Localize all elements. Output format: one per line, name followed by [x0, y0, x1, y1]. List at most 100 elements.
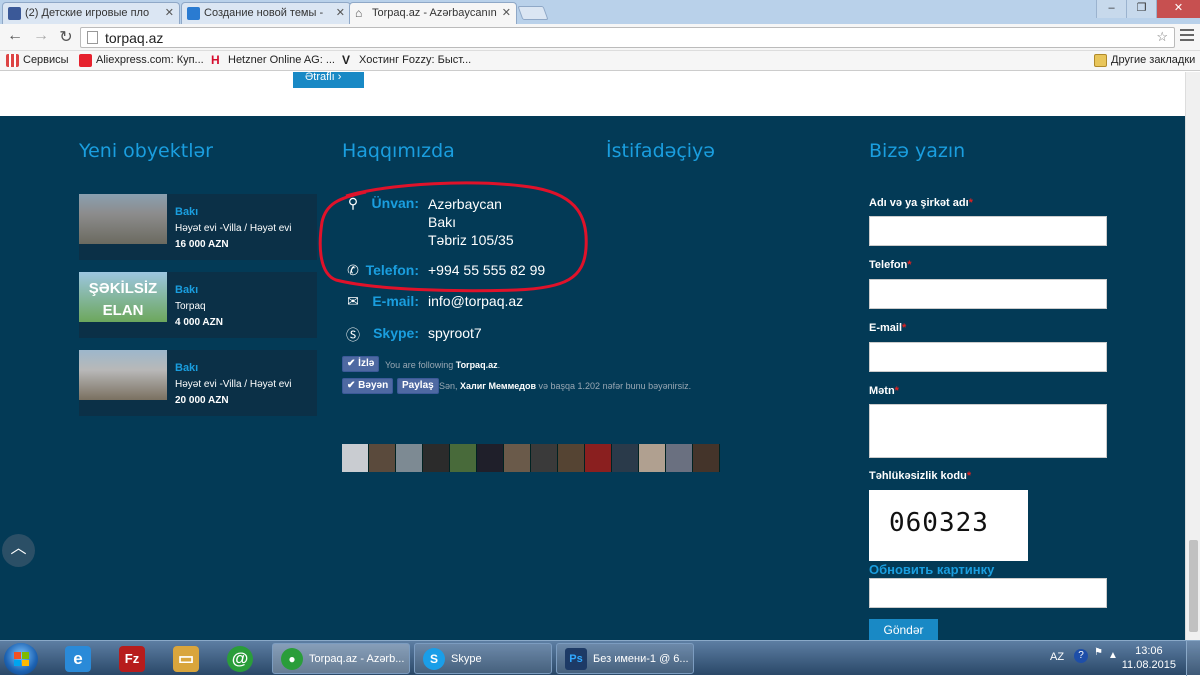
bookmark-other[interactable]: Другие закладки	[1094, 54, 1196, 67]
maximize-button[interactable]: ❐	[1126, 0, 1156, 18]
window-controls: – ❐ ✕	[1096, 0, 1200, 18]
listing-city[interactable]: Bakı	[175, 206, 198, 218]
taskbar-pinned-filezilla[interactable]: Fz	[106, 643, 158, 674]
bookmark-label: Другие закладки	[1111, 54, 1196, 66]
close-window-button[interactable]: ✕	[1156, 0, 1200, 18]
listing-card[interactable]: ŞƏKİLSİZ ELAN Bakı Torpaq 4 000 AZN	[79, 272, 317, 338]
reload-button[interactable]: ↻	[56, 27, 76, 47]
tray-expand-icon[interactable]: ▲	[1108, 650, 1118, 661]
chrome-menu-icon[interactable]	[1180, 29, 1194, 44]
fb-friend-avatar[interactable]	[639, 444, 666, 472]
send-button[interactable]: Göndər	[869, 619, 938, 640]
fb-like-prefix: Sən,	[439, 381, 458, 391]
back-button[interactable]: ←	[5, 27, 25, 45]
fb-friend-avatar[interactable]	[477, 444, 504, 472]
listing-thumbnail[interactable]	[79, 194, 167, 244]
page-icon	[87, 31, 98, 44]
fb-friend-avatar[interactable]	[531, 444, 558, 472]
fb-friend-avatar[interactable]	[504, 444, 531, 472]
fb-like-button[interactable]: ✔ Bəyən	[342, 378, 394, 394]
bookmark-fozzy[interactable]: V Хостинг Fozzy: Быст...	[342, 54, 471, 66]
fb-friend-avatar[interactable]	[342, 444, 369, 472]
language-bar-icon[interactable]: ⚑	[1094, 647, 1103, 658]
user-title: İstifadəçiyə	[606, 140, 715, 162]
help-icon[interactable]: ?	[1074, 649, 1088, 663]
show-desktop-button[interactable]	[1186, 641, 1200, 676]
more-button-label: Ətraflı	[305, 72, 335, 83]
tab-new-topic[interactable]: Создание новой темы - ✕	[181, 2, 351, 24]
fb-friend-avatar[interactable]	[423, 444, 450, 472]
fb-share-button[interactable]: Paylaş	[397, 378, 439, 394]
minimize-button[interactable]: –	[1096, 0, 1126, 18]
fb-friend-avatar[interactable]	[450, 444, 477, 472]
new-objects-title: Yeni obyektlər	[79, 140, 213, 162]
new-tab-button[interactable]	[517, 6, 549, 20]
filezilla-icon: Fz	[119, 646, 145, 672]
bookmark-hetzner[interactable]: H Hetzner Online AG: ...	[211, 54, 335, 66]
required-mark: *	[968, 197, 973, 209]
required-mark: *	[966, 470, 972, 482]
folder-icon	[1094, 54, 1107, 67]
task-label: Skype	[451, 653, 482, 665]
fb-page-name[interactable]: Torpaq.az	[456, 360, 498, 370]
listing-type: Həyət evi -Villa / Həyət evi	[175, 379, 292, 390]
ie-icon: e	[65, 646, 91, 672]
email-input[interactable]	[869, 342, 1107, 372]
more-button[interactable]: Ətraflı ›	[293, 72, 364, 88]
fb-friend-avatar[interactable]	[396, 444, 423, 472]
scroll-to-top-button[interactable]: ︿	[2, 534, 35, 567]
message-textarea[interactable]	[869, 404, 1107, 458]
hetzner-icon: H	[211, 53, 220, 67]
listing-card[interactable]: Bakı Həyət evi -Villa / Həyət evi 16 000…	[79, 194, 317, 260]
fb-follow-button[interactable]: ✔ İzlə	[342, 356, 380, 372]
system-clock[interactable]: 13:06 11.08.2015	[1122, 644, 1176, 672]
fb-friend-faces	[342, 444, 720, 472]
fb-friend-avatar[interactable]	[693, 444, 720, 472]
listing-thumbnail[interactable]	[79, 350, 167, 400]
tab-title: (2) Детские игровые пло	[25, 7, 150, 19]
tab-torpaq[interactable]: ⌂ Torpaq.az - Azərbaycanın ✕	[349, 2, 517, 25]
listing-city[interactable]: Bakı	[175, 362, 198, 374]
apps-icon	[6, 54, 19, 67]
scrollbar-thumb[interactable]	[1189, 540, 1198, 632]
browser-tabstrip: (2) Детские игровые пло ✕ Создание новой…	[0, 0, 1200, 25]
language-indicator[interactable]: AZ	[1050, 651, 1064, 663]
taskbar-pinned-mail[interactable]: @	[214, 643, 266, 674]
contact-form-title: Bizə yazın	[869, 140, 966, 162]
captcha-input[interactable]	[869, 578, 1107, 608]
fb-friend-avatar[interactable]	[666, 444, 693, 472]
fb-like-name[interactable]: Халиг Меммедов	[460, 381, 536, 391]
system-tray: AZ ? ⚑ ▲ 13:06 11.08.2015	[1040, 641, 1200, 676]
fb-friend-avatar[interactable]	[558, 444, 585, 472]
address-bar[interactable]: torpaq.az ☆	[80, 27, 1175, 48]
taskbar-task-skype[interactable]: S Skype	[414, 643, 552, 674]
skype-label: Skype:	[373, 325, 419, 341]
taskbar-pinned-ie[interactable]: e	[52, 643, 104, 674]
fb-friend-avatar[interactable]	[585, 444, 612, 472]
close-icon[interactable]: ✕	[502, 6, 511, 19]
bookmark-aliexpress[interactable]: Aliexpress.com: Куп...	[79, 54, 204, 67]
close-icon[interactable]: ✕	[165, 6, 174, 19]
bookmark-apps[interactable]: Сервисы	[6, 54, 69, 67]
listing-thumbnail[interactable]: ŞƏKİLSİZ ELAN	[79, 272, 167, 322]
taskbar-task-photoshop[interactable]: Ps Без имени-1 @ 6...	[556, 643, 694, 674]
start-button[interactable]	[4, 643, 38, 675]
site-footer: Yeni obyektlər Haqqımızda İstifadəçiyə B…	[0, 116, 1185, 640]
listing-card[interactable]: Bakı Həyət evi -Villa / Həyət evi 20 000…	[79, 350, 317, 416]
bookmark-star-icon[interactable]: ☆	[1156, 29, 1168, 45]
taskbar-pinned-explorer[interactable]: ▭	[160, 643, 212, 674]
phone-input[interactable]	[869, 279, 1107, 309]
listing-city[interactable]: Bakı	[175, 284, 198, 296]
forward-button[interactable]: →	[31, 27, 51, 45]
fb-friend-avatar[interactable]	[369, 444, 396, 472]
name-field-label: Adı və ya şirkət adı*	[869, 197, 973, 209]
name-input[interactable]	[869, 216, 1107, 246]
fb-follow-text-prefix: You are following	[385, 360, 454, 370]
close-icon[interactable]: ✕	[336, 6, 345, 19]
taskbar-task-chrome[interactable]: ● Torpaq.az - Azərb...	[272, 643, 410, 674]
refresh-captcha-link[interactable]: Обновить картинку	[869, 562, 994, 577]
page-scrollbar[interactable]	[1185, 72, 1200, 640]
fb-friend-avatar[interactable]	[612, 444, 639, 472]
tab-facebook[interactable]: (2) Детские игровые пло ✕	[2, 2, 180, 24]
label-text: Telefon	[869, 259, 908, 271]
